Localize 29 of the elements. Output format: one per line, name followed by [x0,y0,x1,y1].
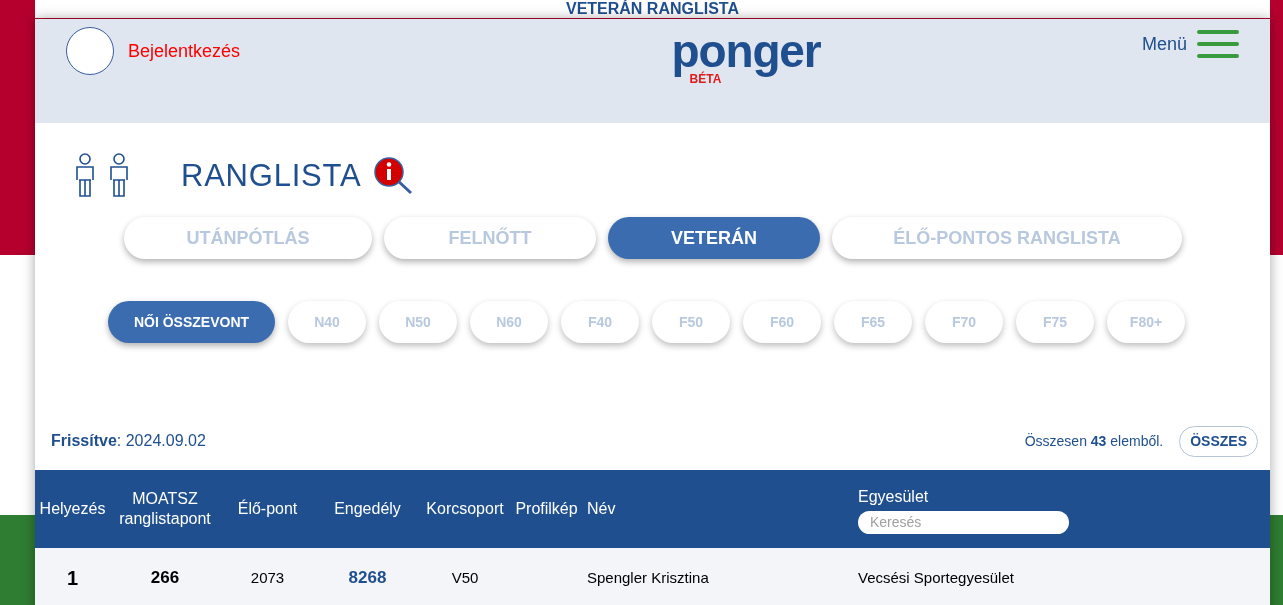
table-cell: 2073 [250,568,285,586]
search-field[interactable]: Keresés [858,510,1069,534]
column-header[interactable]: Élő-pont [222,499,313,519]
table-cell: 1 [66,567,79,589]
menu-label[interactable]: Menü [1141,30,1187,58]
logo[interactable]: ponger BÉTA [671,29,821,85]
column-header[interactable]: Engedély [317,499,418,519]
age-group-tab[interactable]: NŐI ÖSSZEVONT [108,301,275,343]
column-header[interactable]: Egyesület [858,484,929,509]
column-header[interactable]: MOATSZ ranglistapont [112,489,218,529]
column-header[interactable]: Korcsoport [422,499,508,519]
total-count: Összesen 43 elemből. [1024,431,1164,451]
column-header[interactable]: Profilkép [512,499,581,519]
table-cell: Vecsési Sportegyesület [858,568,1014,586]
menu-icon[interactable] [1197,29,1239,59]
login-link[interactable]: Bejelentkezés [128,37,241,65]
license-link[interactable]: 8268 [348,568,387,588]
table-cell: Spengler Krisztina [587,568,709,586]
category-tab[interactable]: VETERÁN [608,217,820,259]
players-icon [73,152,131,200]
table-cell: V50 [451,568,479,586]
avatar-icon[interactable] [66,27,114,75]
updated-date: Frissítve: 2024.09.02 [51,431,206,451]
page-title: VETERÁN RANGLISTA [35,0,1270,18]
page-heading: RANGLISTA [181,156,362,195]
table-cell: 266 [150,568,180,588]
column-header[interactable]: Helyezés [37,499,108,519]
show-all-button[interactable]: ÖSSZES [1179,425,1258,457]
column-header[interactable]: Név [583,500,616,517]
